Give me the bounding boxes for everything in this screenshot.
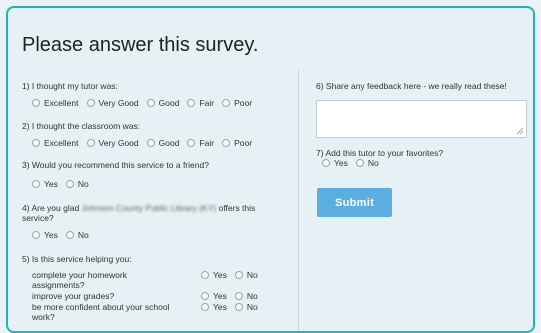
radio-icon[interactable] [65,180,74,188]
survey-card: Please answer this survey. 1) I thought … [6,6,535,333]
radio-icon[interactable] [146,99,155,107]
radio-icon[interactable] [86,139,95,147]
radio-icon[interactable] [32,99,40,107]
q2-option-good[interactable]: Good [146,138,179,148]
radio-icon[interactable] [201,271,209,279]
q2-option-excellent[interactable]: Excellent [32,138,79,148]
q3-option-yes[interactable]: Yes [32,179,58,189]
q5-item1-no[interactable]: No [234,270,258,280]
radio-icon[interactable] [32,180,40,188]
q5-item-options: Yes No [201,302,266,312]
library-name-redacted: Johnson County Public Library (KY) [81,203,217,213]
q1-option-excellent[interactable]: Excellent [32,98,79,108]
q4-option-no[interactable]: No [65,230,89,240]
q5-item-options: Yes No [201,291,266,301]
column-divider [298,70,299,331]
q4-label: 4) Are you glad Johnson County Public Li… [22,203,256,213]
radio-icon[interactable] [187,139,196,147]
radio-icon[interactable] [146,139,155,147]
radio-icon[interactable] [234,303,243,311]
radio-icon[interactable] [201,292,209,300]
radio-icon[interactable] [355,159,364,167]
radio-icon[interactable] [234,292,243,300]
q2-options: Excellent Very Good Good Fair Poor [32,138,260,148]
q1-option-good[interactable]: Good [146,98,179,108]
q2-label: 2) I thought the classroom was: [22,121,141,131]
radio-icon[interactable] [32,139,40,147]
radio-icon[interactable] [187,99,196,107]
radio-icon[interactable] [86,99,95,107]
q6-label: 6) Share any feedback here - we really r… [316,81,507,91]
submit-button[interactable]: Submit [317,188,392,217]
q7-label: 7) Add this tutor to your favorites? [316,148,444,158]
q5-item-label: complete your homework assignments? [32,270,127,290]
q5-item2-yes[interactable]: Yes [201,291,227,301]
q7-options: Yes No [322,158,387,168]
q5-item-label: be more confident about your school work… [32,302,170,322]
feedback-textarea[interactable] [316,100,527,138]
radio-icon[interactable] [222,99,231,107]
q3-label: 3) Would you recommend this service to a… [22,160,209,170]
radio-icon[interactable] [32,231,40,239]
q4-options: Yes No [32,230,97,240]
q3-options: Yes No [32,179,97,189]
page-title: Please answer this survey. [22,34,259,56]
q1-option-very-good[interactable]: Very Good [86,98,139,108]
q4-option-yes[interactable]: Yes [32,230,58,240]
q5-item1-yes[interactable]: Yes [201,270,227,280]
q5-item-options: Yes No [201,270,266,280]
q5-item3-yes[interactable]: Yes [201,302,227,312]
q5-item-label: improve your grades? [32,291,115,301]
resize-grip-icon[interactable] [516,127,524,135]
q1-options: Excellent Very Good Good Fair Poor [32,98,260,108]
q7-option-yes[interactable]: Yes [322,158,348,168]
q2-option-poor[interactable]: Poor [222,138,252,148]
q4-label-line2: service? [22,213,54,223]
radio-icon[interactable] [234,271,243,279]
q5-label: 5) Is this service helping you: [22,254,132,264]
q2-option-fair[interactable]: Fair [187,138,214,148]
radio-icon[interactable] [222,139,231,147]
radio-icon[interactable] [201,303,209,311]
q5-item2-no[interactable]: No [234,291,258,301]
q3-option-no[interactable]: No [65,179,89,189]
radio-icon[interactable] [322,159,330,167]
q1-label: 1) I thought my tutor was: [22,81,118,91]
q2-option-very-good[interactable]: Very Good [86,138,139,148]
q1-option-fair[interactable]: Fair [187,98,214,108]
q7-option-no[interactable]: No [355,158,379,168]
q5-item3-no[interactable]: No [234,302,258,312]
q1-option-poor[interactable]: Poor [222,98,252,108]
radio-icon[interactable] [65,231,74,239]
